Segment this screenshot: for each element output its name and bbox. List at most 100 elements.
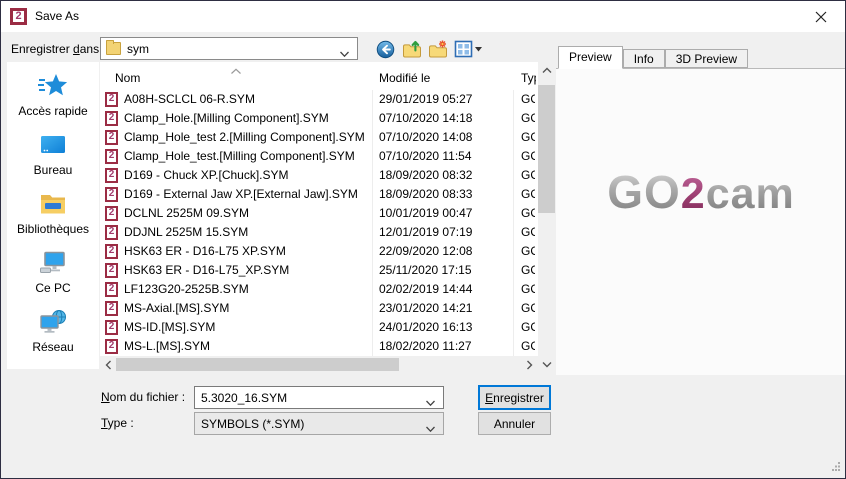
go2cam-file-icon xyxy=(105,263,118,278)
folder-toolbar xyxy=(375,39,485,59)
save-in-combobox[interactable]: sym xyxy=(100,37,358,60)
file-type: GO xyxy=(521,320,535,334)
scroll-down-icon[interactable] xyxy=(538,356,555,373)
file-name: HSK63 ER - D16-L75 XP.SYM xyxy=(124,244,286,258)
cancel-button[interactable]: Annuler xyxy=(478,412,551,435)
go2cam-file-icon xyxy=(105,206,118,221)
file-type: GO xyxy=(521,282,535,296)
table-row[interactable]: Clamp_Hole.[Milling Component].SYM07/10/… xyxy=(100,109,538,128)
file-modified: 18/09/2020 08:33 xyxy=(379,187,472,201)
list-header: Nom Modifié le Type xyxy=(100,62,538,90)
close-button[interactable] xyxy=(805,1,837,32)
title-bar: Save As xyxy=(1,1,845,32)
table-row[interactable]: MS-Axial.[MS].SYM23/01/2020 14:21GO xyxy=(100,299,538,318)
scroll-right-icon[interactable] xyxy=(521,356,538,373)
file-modified: 12/01/2019 07:19 xyxy=(379,225,472,239)
go2cam-file-icon xyxy=(105,187,118,202)
file-modified: 07/10/2020 11:54 xyxy=(379,149,472,163)
table-row[interactable]: D169 - Chuck XP.[Chuck].SYM18/09/2020 08… xyxy=(100,166,538,185)
table-row[interactable]: Clamp_Hole_test 2.[Milling Component].SY… xyxy=(100,128,538,147)
current-folder: sym xyxy=(127,42,149,56)
table-row[interactable]: HSK63 ER - D16-L75 XP.SYM 22/09/2020 12:0… xyxy=(100,242,538,261)
table-row[interactable]: MS-L.[MS].SYM 18/02/2020 11:27 GO xyxy=(100,337,538,356)
column-header-type[interactable]: Type xyxy=(521,71,536,85)
back-button[interactable] xyxy=(375,39,396,59)
libraries-icon xyxy=(38,188,68,220)
sidebar-item-label: Bureau xyxy=(34,163,73,177)
scrollbar-thumb[interactable] xyxy=(538,85,555,213)
go2cam-file-icon xyxy=(105,111,118,126)
sidebar-item-desktop[interactable]: Bureau xyxy=(7,129,99,188)
scroll-left-icon[interactable] xyxy=(100,356,117,373)
file-modified: 07/10/2020 14:18 xyxy=(379,111,472,125)
file-type: GO xyxy=(521,149,535,163)
sidebar-item-label: Réseau xyxy=(32,340,73,354)
tab-info[interactable]: Info xyxy=(623,49,665,68)
chevron-down-icon xyxy=(339,47,350,61)
new-folder-icon xyxy=(428,40,448,59)
sidebar-item-this-pc[interactable]: Ce PC xyxy=(7,247,99,306)
vertical-scrollbar[interactable] xyxy=(538,62,555,373)
file-name: Clamp_Hole_test 2.[Milling Component].SY… xyxy=(124,130,365,144)
view-menu-button[interactable] xyxy=(453,39,485,59)
tab-3d-preview[interactable]: 3D Preview xyxy=(665,49,748,68)
file-list: Nom Modifié le Type A08H-SCLCL 06-R.SYM2… xyxy=(100,62,538,373)
go2cam-app-icon xyxy=(10,8,27,25)
resize-grip[interactable] xyxy=(831,460,841,474)
sidebar-item-label: Bibliothèques xyxy=(17,222,89,236)
filetype-value: SYMBOLS (*.SYM) xyxy=(201,417,304,431)
new-folder-button[interactable] xyxy=(427,39,448,59)
file-name: D169 - Chuck XP.[Chuck].SYM xyxy=(124,168,289,182)
file-modified: 24/01/2020 16:13 xyxy=(379,320,472,334)
filetype-label: Type : xyxy=(101,412,134,435)
sidebar-item-label: Ce PC xyxy=(35,281,70,295)
go2cam-file-icon xyxy=(105,225,118,240)
file-name: MS-Axial.[MS].SYM xyxy=(124,301,229,315)
scroll-up-icon[interactable] xyxy=(538,62,555,79)
file-modified: 22/09/2020 12:08 xyxy=(379,244,472,258)
file-type: GO xyxy=(521,168,535,182)
file-name: DCLNL 2525M 09.SYM xyxy=(124,206,249,220)
horizontal-scrollbar[interactable] xyxy=(100,356,538,373)
table-row[interactable]: LF123G20-2525B.SYM02/02/2019 14:44GO xyxy=(100,280,538,299)
up-one-level-button[interactable] xyxy=(401,39,422,59)
column-header-modified[interactable]: Modifié le xyxy=(379,71,430,85)
file-name: MS-L.[MS].SYM xyxy=(124,339,210,353)
table-row[interactable]: A08H-SCLCL 06-R.SYM29/01/2019 05:27GO xyxy=(100,90,538,109)
file-name: D169 - External Jaw XP.[External Jaw].SY… xyxy=(124,187,358,201)
filetype-combobox[interactable]: SYMBOLS (*.SYM) xyxy=(194,412,444,435)
file-type: GO xyxy=(521,130,535,144)
file-name: DDJNL 2525M 15.SYM xyxy=(124,225,248,239)
file-modified: 25/11/2020 17:15 xyxy=(379,263,472,277)
save-as-dialog: Save As Enregistrer dans : sym xyxy=(0,0,846,479)
column-header-name[interactable]: Nom xyxy=(115,71,140,85)
table-row[interactable]: MS-ID.[MS].SYM 24/01/2020 16:13 GO xyxy=(100,318,538,337)
save-button[interactable]: Enregistrer xyxy=(478,385,551,410)
scrollbar-thumb[interactable] xyxy=(116,358,399,371)
quick-access-icon xyxy=(38,70,68,102)
close-icon xyxy=(815,11,827,23)
go2cam-file-icon xyxy=(105,301,118,316)
chevron-down-icon xyxy=(425,422,436,436)
file-type: GO xyxy=(521,339,535,353)
tab-preview[interactable]: Preview xyxy=(558,46,623,69)
file-name: HSK63 ER - D16-L75_XP.SYM xyxy=(124,263,289,277)
go2cam-file-icon xyxy=(105,339,118,354)
back-icon xyxy=(376,40,395,59)
sidebar-item-quick-access[interactable]: Accès rapide xyxy=(7,70,99,129)
preview-tabs: Preview Info 3D Preview xyxy=(556,46,846,69)
sidebar-item-network[interactable]: Réseau xyxy=(7,306,99,365)
table-row[interactable]: Clamp_Hole_test.[Milling Component].SYM0… xyxy=(100,147,538,166)
preview-panel: Preview Info 3D Preview GO2cam xyxy=(556,46,846,375)
filename-combobox[interactable]: 5.3020_16.SYM xyxy=(194,386,444,409)
chevron-down-icon xyxy=(425,396,436,410)
table-row[interactable]: D169 - External Jaw XP.[External Jaw].SY… xyxy=(100,185,538,204)
file-type: GO xyxy=(521,263,535,277)
file-name: LF123G20-2525B.SYM xyxy=(124,282,249,296)
file-modified: 18/02/2020 11:27 xyxy=(379,339,472,353)
table-row[interactable]: DDJNL 2525M 15.SYM12/01/2019 07:19GO xyxy=(100,223,538,242)
table-row[interactable]: HSK63 ER - D16-L75_XP.SYM 25/11/2020 17:1… xyxy=(100,261,538,280)
file-name: MS-ID.[MS].SYM xyxy=(124,320,215,334)
table-row[interactable]: DCLNL 2525M 09.SYM10/01/2019 00:47GO xyxy=(100,204,538,223)
sidebar-item-libraries[interactable]: Bibliothèques xyxy=(7,188,99,247)
